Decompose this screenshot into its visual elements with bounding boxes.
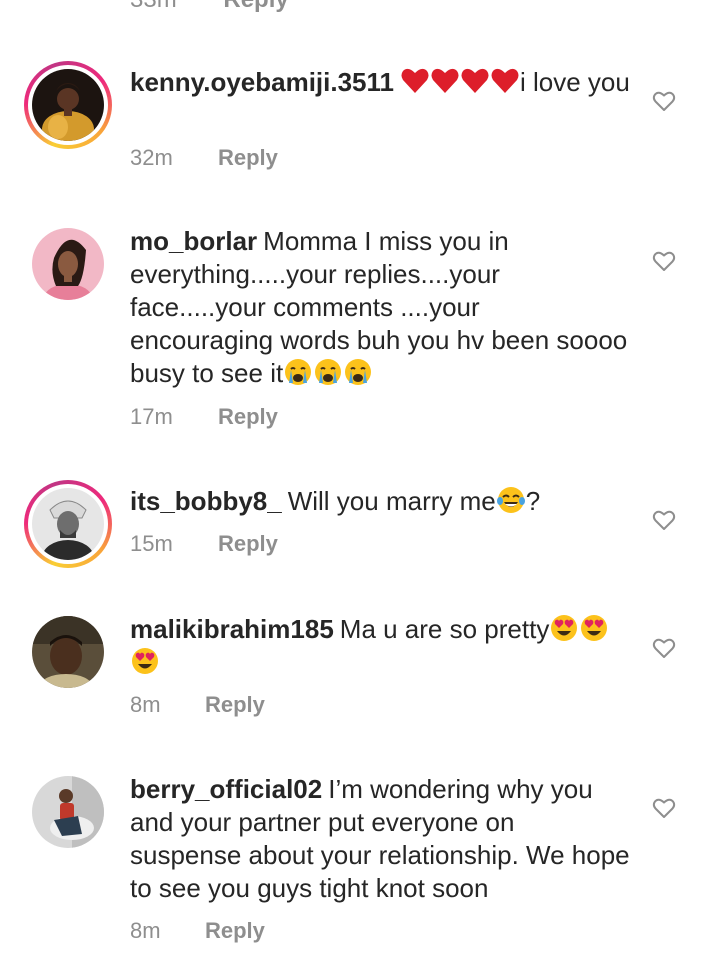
comment-body: Ma u are so pretty xyxy=(339,614,550,644)
comment-text: berry_official02 I’m wondering why you an… xyxy=(130,773,630,905)
reply-button[interactable]: Reply xyxy=(218,145,278,171)
like-heart-icon[interactable] xyxy=(652,636,676,660)
comment-meta: 15m Reply xyxy=(130,531,278,557)
comment-time: 15m xyxy=(130,531,173,556)
red-heart-icon xyxy=(490,66,520,96)
comment-meta: 8m Reply xyxy=(130,918,265,944)
comment-time: 32m xyxy=(130,145,173,170)
comment-meta: 8m Reply xyxy=(130,692,265,718)
comment-text: malikibrahim185 Ma u are so pretty xyxy=(130,613,630,679)
heart-eyes-face-icon xyxy=(130,646,160,676)
comment-text: kenny.oyebamiji.3511 i love you xyxy=(130,66,630,99)
comment-meta: 32m Reply xyxy=(130,145,278,171)
red-heart-icon xyxy=(400,66,430,96)
avatar-image-icon xyxy=(32,488,104,560)
reply-button[interactable]: Reply xyxy=(205,918,265,944)
avatar[interactable] xyxy=(24,61,112,149)
like-heart-icon[interactable] xyxy=(652,249,676,273)
like-heart-icon[interactable] xyxy=(652,796,676,820)
loudly-crying-face-icon xyxy=(283,357,313,387)
comment-username[interactable]: mo_borlar xyxy=(130,226,257,256)
avatar-image-icon xyxy=(32,228,104,300)
reply-button[interactable]: Reply xyxy=(205,692,265,718)
avatar-image-icon xyxy=(32,69,104,141)
avatar[interactable] xyxy=(24,608,112,696)
reply-button[interactable]: Reply xyxy=(223,0,288,13)
comment-time: 8m xyxy=(130,918,161,943)
heart-eyes-face-icon xyxy=(579,613,609,643)
comment-body-end: ? xyxy=(525,486,541,516)
heart-eyes-face-icon xyxy=(549,613,579,643)
comment-username[interactable]: berry_official02 xyxy=(130,774,322,804)
comment-time: 33m xyxy=(130,0,177,13)
comment-username[interactable]: kenny.oyebamiji.3511 xyxy=(130,67,394,97)
reply-button[interactable]: Reply xyxy=(218,404,278,430)
comment-time: 17m xyxy=(130,404,173,429)
red-heart-icon xyxy=(430,66,460,96)
avatar[interactable] xyxy=(24,480,112,568)
face-with-tears-of-joy-icon xyxy=(496,485,526,515)
like-heart-icon[interactable] xyxy=(652,89,676,113)
loudly-crying-face-icon xyxy=(313,357,343,387)
comment-body: i love you xyxy=(520,67,630,97)
avatar-image-icon xyxy=(32,616,104,688)
comment-meta: 17m Reply xyxy=(130,404,278,430)
previous-comment-meta: 33m Reply xyxy=(130,0,289,14)
avatar[interactable] xyxy=(24,220,112,308)
comment-username[interactable]: malikibrahim185 xyxy=(130,614,334,644)
comment-time: 8m xyxy=(130,692,161,717)
comment-body: Will you marry me xyxy=(287,486,496,516)
comment-text: mo_borlar Momma I miss you in everything.… xyxy=(130,225,630,390)
comment-username[interactable]: its_bobby8_ xyxy=(130,486,282,516)
comment-text: its_bobby8_ Will you marry me? xyxy=(130,485,630,518)
like-heart-icon[interactable] xyxy=(652,508,676,532)
reply-button[interactable]: Reply xyxy=(218,531,278,557)
avatar-image-icon xyxy=(32,776,104,848)
loudly-crying-face-icon xyxy=(343,357,373,387)
red-heart-icon xyxy=(460,66,490,96)
avatar[interactable] xyxy=(24,768,112,856)
